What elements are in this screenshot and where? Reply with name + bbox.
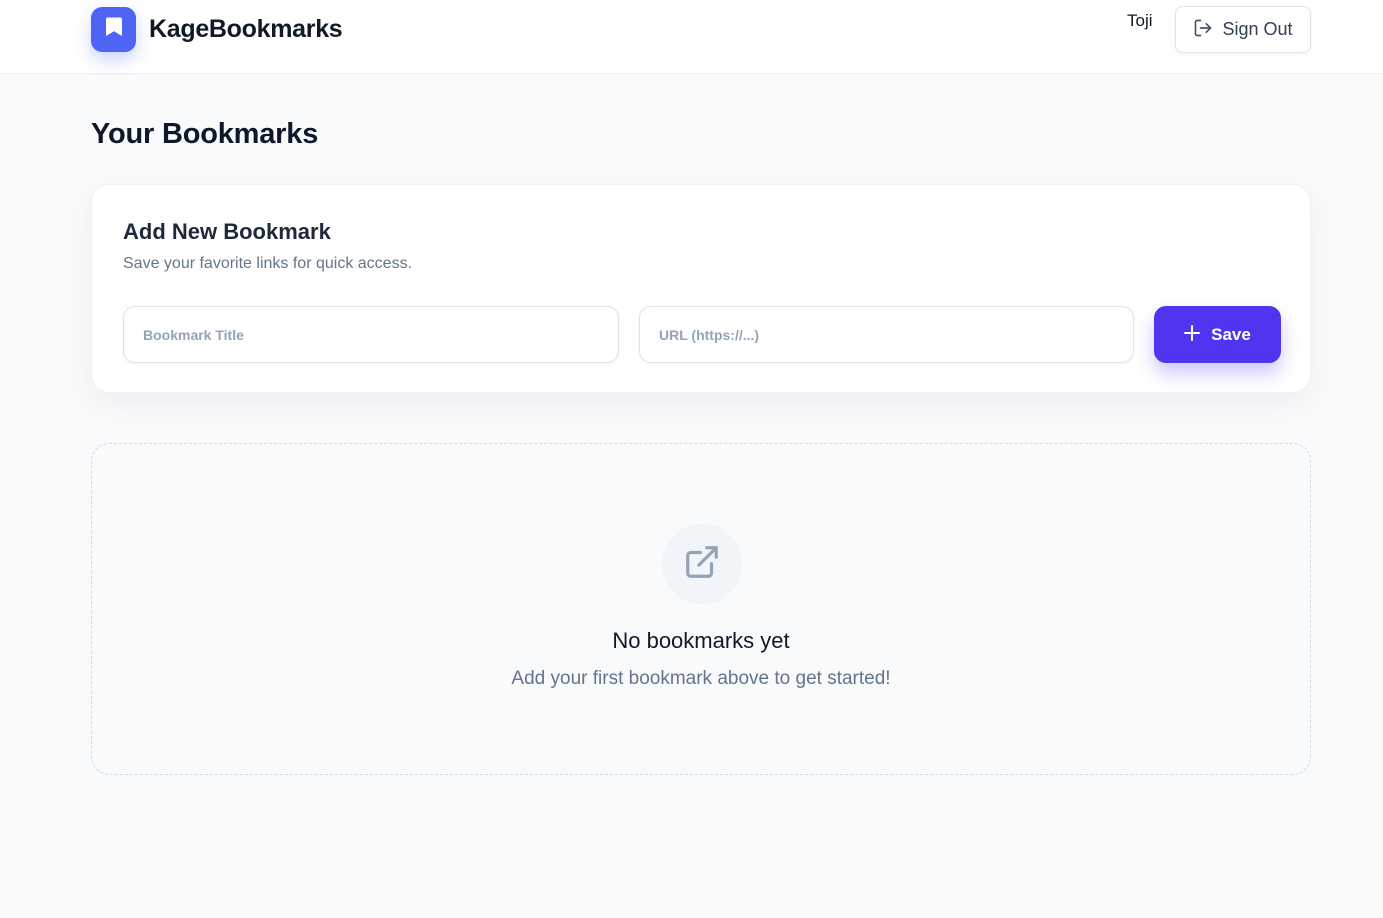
external-link-icon bbox=[683, 543, 721, 586]
empty-state-subtitle: Add your first bookmark above to get sta… bbox=[511, 668, 891, 689]
bookmark-icon bbox=[105, 16, 123, 43]
plus-icon bbox=[1184, 325, 1201, 344]
empty-state-title: No bookmarks yet bbox=[612, 628, 790, 653]
bookmark-title-input[interactable] bbox=[123, 306, 619, 363]
bookmark-url-input[interactable] bbox=[639, 306, 1134, 363]
sign-out-icon bbox=[1193, 18, 1213, 41]
sign-out-label: Sign Out bbox=[1222, 19, 1293, 39]
add-bookmark-title: Add New Bookmark bbox=[123, 219, 331, 244]
save-label: Save bbox=[1211, 324, 1251, 344]
brand-name: KageBookmarks bbox=[149, 15, 343, 43]
page-title: Your Bookmarks bbox=[91, 118, 319, 150]
save-button[interactable]: Save bbox=[1154, 306, 1281, 363]
empty-state-icon-circle bbox=[662, 524, 742, 604]
empty-state: No bookmarks yet Add your first bookmark… bbox=[91, 443, 1311, 775]
user-name: Toji bbox=[1127, 11, 1153, 30]
sign-out-button[interactable]: Sign Out bbox=[1175, 6, 1311, 53]
logo-badge bbox=[91, 7, 136, 52]
add-bookmark-subtitle: Save your favorite links for quick acces… bbox=[123, 255, 413, 272]
brand-logo[interactable]: KageBookmarks bbox=[91, 7, 343, 52]
add-bookmark-card: Add New Bookmark Save your favorite link… bbox=[91, 184, 1311, 393]
top-navigation-bar: KageBookmarks Toji Sign Out bbox=[0, 0, 1383, 74]
